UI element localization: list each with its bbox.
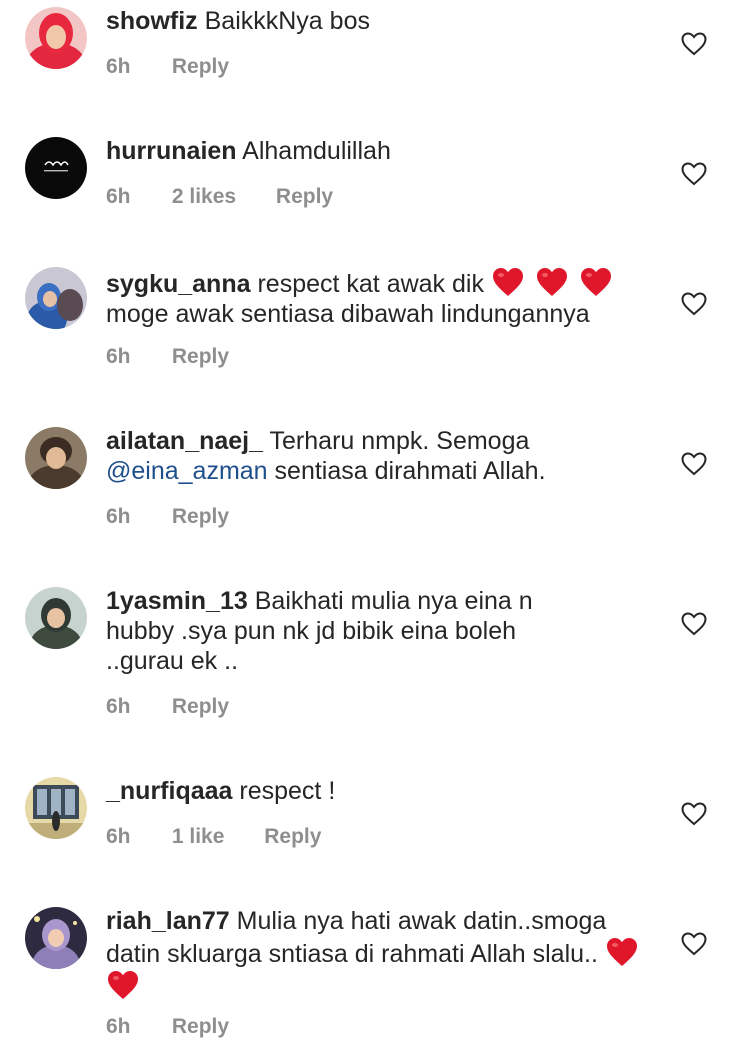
avatar[interactable] (25, 777, 87, 839)
red-heart-emoji-icon (536, 268, 567, 296)
comment-time: 6h (106, 1015, 131, 1038)
likes-count[interactable]: 2 likes (172, 185, 236, 209)
comment-item: showfiz BaikkkNya bos 6h Reply (0, 0, 749, 120)
heart-icon[interactable] (681, 162, 707, 186)
comment-text: ailatan_naej_ Terharu nmpk. Semoga @eina… (106, 426, 666, 486)
avatar[interactable] (25, 267, 87, 329)
comment-body-line2: sentiasa dirahmati Allah. (274, 457, 546, 485)
heart-icon[interactable] (681, 452, 707, 476)
comment-meta: 6h 2 likes Reply (106, 185, 333, 209)
comment-time: 6h (106, 345, 131, 368)
red-heart-emoji-icon (606, 938, 637, 966)
comment-time: 6h (106, 695, 131, 718)
comment-username[interactable]: showfiz (106, 7, 198, 35)
comment-username[interactable]: sygku_anna (106, 270, 251, 298)
comment-text: showfiz BaikkkNya bos (106, 6, 666, 36)
comment-username[interactable]: ailatan_naej_ (106, 427, 263, 455)
avatar[interactable] (25, 7, 87, 69)
avatar[interactable] (25, 427, 87, 489)
comment-meta: 6h Reply (106, 55, 229, 79)
comment-time: 6h (106, 505, 131, 528)
reply-button[interactable]: Reply (172, 345, 229, 369)
likes-count[interactable]: 1 like (172, 825, 225, 849)
reply-button[interactable]: Reply (276, 185, 333, 209)
comment-meta: 6h Reply (106, 695, 229, 719)
comment-body: Terharu nmpk. Semoga (269, 427, 530, 455)
comment-username[interactable]: _nurfiqaaa (106, 777, 232, 805)
red-heart-emoji-icon (492, 268, 523, 296)
reply-button[interactable]: Reply (172, 55, 229, 79)
comment-time: 6h (106, 825, 131, 848)
reply-button[interactable]: Reply (172, 695, 229, 719)
comment-body-line2: moge awak sentiasa dibawah lindungannya (106, 300, 590, 328)
comment-meta: 6h 1 like Reply (106, 825, 321, 849)
heart-icon[interactable] (681, 612, 707, 636)
avatar[interactable] (25, 587, 87, 649)
comment-text: hurrunaien Alhamdulillah (106, 136, 666, 166)
comment-text: sygku_anna respect kat awak dik moge awa… (106, 266, 666, 329)
comment-body: BaikkkNya bos (204, 7, 370, 35)
comment-username[interactable]: riah_lan77 (106, 907, 230, 935)
comment-meta: 6h Reply (106, 345, 229, 369)
comment-username[interactable]: 1yasmin_13 (106, 587, 248, 615)
comment-body: Alhamdulillah (242, 137, 391, 165)
comment-item: 1yasmin_13 Baikhati mulia nya eina n hub… (0, 580, 749, 760)
comment-text: _nurfiqaaa respect ! (106, 776, 666, 806)
comment-item: sygku_anna respect kat awak dik moge awa… (0, 260, 749, 410)
reply-button[interactable]: Reply (172, 505, 229, 529)
comment-item: ailatan_naej_ Terharu nmpk. Semoga @eina… (0, 420, 749, 570)
avatar[interactable] (25, 907, 87, 969)
comment-item: riah_lan77 Mulia nya hati awak datin..sm… (0, 900, 749, 1054)
reply-button[interactable]: Reply (264, 825, 321, 849)
comment-meta: 6h Reply (106, 1015, 229, 1039)
reply-button[interactable]: Reply (172, 1015, 229, 1039)
mention-link[interactable]: @eina_azman (106, 457, 268, 485)
comment-username[interactable]: hurrunaien (106, 137, 237, 165)
comment-time: 6h (106, 55, 131, 78)
heart-icon[interactable] (681, 32, 707, 56)
heart-emoji-group (491, 268, 616, 298)
comment-item: _nurfiqaaa respect ! 6h 1 like Reply (0, 770, 749, 890)
heart-icon[interactable] (681, 292, 707, 316)
red-heart-emoji-icon (108, 971, 138, 999)
avatar[interactable] (25, 137, 87, 199)
comment-time: 6h (106, 185, 131, 208)
comment-text: 1yasmin_13 Baikhati mulia nya eina n hub… (106, 586, 566, 676)
comment-body: respect kat awak dik (257, 270, 484, 298)
heart-icon[interactable] (681, 802, 707, 826)
heart-icon[interactable] (681, 932, 707, 956)
comment-text: riah_lan77 Mulia nya hati awak datin..sm… (106, 906, 646, 1002)
comment-body: respect ! (239, 777, 336, 805)
red-heart-emoji-icon (580, 268, 611, 296)
comment-meta: 6h Reply (106, 505, 229, 529)
comment-item: hurrunaien Alhamdulillah 6h 2 likes Repl… (0, 130, 749, 250)
